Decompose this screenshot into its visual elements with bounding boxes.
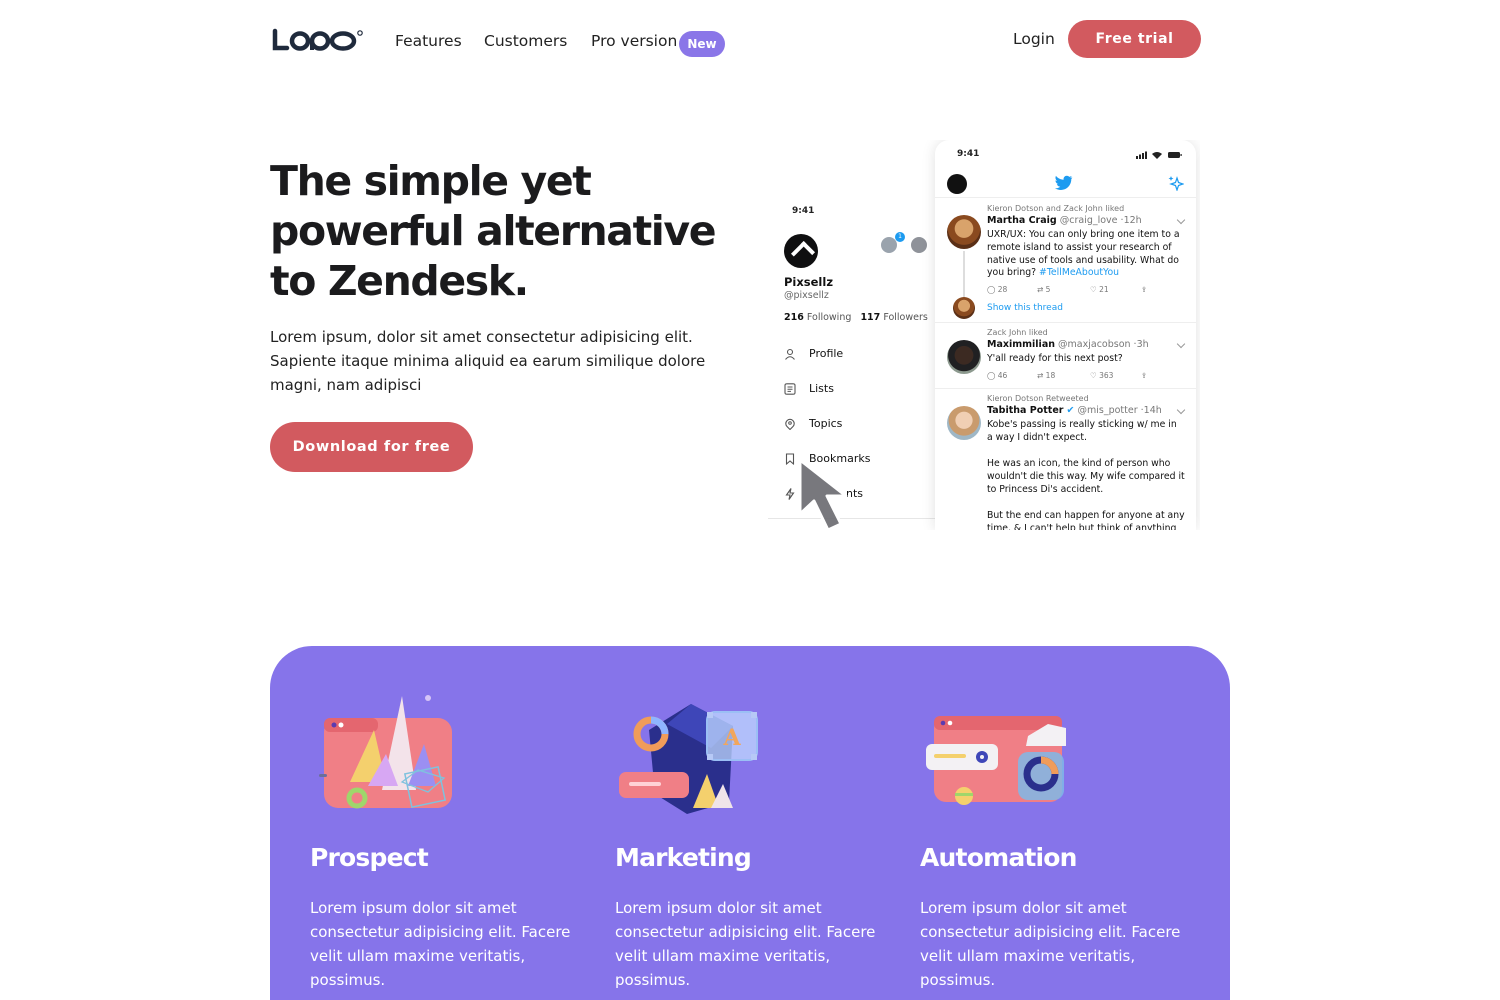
marketing-illustration: A [619,704,758,814]
tweet-actions: ◯ 46 ⇄ 18 ♡ 363 ⇪ [987,371,1177,383]
svg-text:A: A [722,725,741,751]
tweet-item[interactable]: Zack John liked Maximmilian @maxjacobson… [935,323,1196,389]
sparkle-icon[interactable] [1168,175,1184,191]
account-avatar [909,235,929,255]
notification-dot: 1 [895,232,905,242]
tweet-context: Kieron Dotson and Zack John liked [987,204,1125,213]
tweet-text: But the end can happen for anyone at any… [987,510,1185,530]
retweet-action[interactable]: ⇄ 18 [1037,371,1055,380]
like-action[interactable]: ♡ 21 [1090,285,1109,294]
status-time: 9:41 [792,206,815,216]
feature-description: Lorem ipsum dolor sit amet consectetur a… [310,899,571,989]
topics-icon [785,418,795,430]
hero-description: Lorem ipsum, dolor sit amet consectetur … [270,328,706,394]
tweet-text: Y'all ready for this next post? [987,353,1123,364]
thread-line [963,251,965,299]
verified-icon: ✔ [1066,405,1075,416]
cursor-icon [798,458,848,530]
tweet-header: Maximmilian @maxjacobson ·3h [987,339,1149,350]
profile-stats: 216 Following 117 Followers [784,312,928,323]
tweet-header: Tabitha Potter ✔ @mis_potter ·14h [987,405,1162,416]
feed-header [935,170,1196,198]
tweet-text: Kobe's passing is really sticking w/ me … [987,419,1177,443]
feature-title: Marketing [615,843,752,872]
menu-label: Lists [809,382,834,395]
tweet-author: Tabitha Potter [987,405,1064,416]
bookmark-icon [785,453,795,465]
chevron-down-icon[interactable] [1176,215,1186,225]
reply-action[interactable]: ◯ 28 [987,285,1007,294]
app-mockup: 9:41 1 Pixsellz @pixsellz 216 Following … [768,140,1200,530]
show-thread-link[interactable]: Show this thread [987,303,1063,313]
tweet-actions: ◯ 28 ⇄ 5 ♡ 21 ⇪ [987,285,1177,297]
feature-description: Lorem ipsum dolor sit amet consectetur a… [920,899,1181,989]
free-trial-button[interactable]: Free trial [1068,20,1201,58]
new-badge: New [679,31,725,57]
download-button[interactable]: Download for free [270,422,473,472]
features-section: Prospect Lorem ipsum dolor sit amet cons… [270,646,1230,1000]
automation-illustration [926,716,1066,805]
tweet-header: Martha Craig @craig_love ·12h [987,215,1142,226]
nav-customers-link[interactable]: Customers [484,32,567,50]
tweet-context: Kieron Dotson Retweeted [987,394,1089,403]
status-time: 9:41 [957,149,980,159]
followers-label: Followers [883,312,928,323]
chevron-down-icon[interactable] [1176,405,1186,415]
hero-title: The simple yet powerful alternative to Z… [270,157,717,305]
tweet-meta: @maxjacobson ·3h [1058,339,1149,350]
chevron-down-icon[interactable] [1176,339,1186,349]
thread-avatar [953,297,975,319]
logo[interactable] [272,28,364,54]
tweet-avatar [947,215,981,249]
tweet-author: Maximmilian [987,339,1055,350]
prospect-illustration [319,695,452,809]
profile-drawer: 9:41 1 Pixsellz @pixsellz 216 Following … [768,200,936,530]
tweet-meta: @mis_potter ·14h [1077,405,1162,416]
person-icon [785,348,795,360]
list-icon [784,383,796,395]
nav-pro-version-link[interactable]: Pro version [591,32,677,50]
tweet-text: He was an icon, the kind of person who w… [987,458,1185,495]
menu-label: Topics [809,417,843,430]
reply-action[interactable]: ◯ 46 [987,371,1007,380]
tweet-text: UXR/UX: You can only bring one item to a… [987,229,1185,280]
followers-count: 117 [860,312,881,323]
feature-title: Automation [920,843,1077,872]
like-action[interactable]: ♡ 363 [1090,371,1113,380]
profile-avatar [784,234,818,268]
status-bar-icon [1136,151,1182,159]
top-nav: Features Customers Pro version New Login… [0,0,1500,84]
share-icon[interactable]: ⇪ [1141,371,1147,380]
following-count: 216 [784,312,804,323]
feature-title: Prospect [310,843,429,872]
my-avatar[interactable] [947,174,967,194]
following-label: Following [806,312,852,323]
tweet-item[interactable]: Kieron Dotson and Zack John liked Martha… [935,199,1196,323]
twitter-bird-icon [1055,175,1073,190]
tweet-hashtag[interactable]: #TellMeAboutYou [1039,267,1119,278]
tweet-item[interactable]: Kieron Dotson Retweeted Tabitha Potter ✔… [935,389,1196,530]
lightning-icon [785,488,795,500]
twitter-feed: 9:41 Kieron Dotson and Zack John liked M… [935,140,1196,530]
tweet-avatar [947,340,981,374]
tweet-author: Martha Craig [987,215,1057,226]
share-icon[interactable]: ⇪ [1141,285,1147,294]
tweet-meta: @craig_love ·12h [1059,215,1142,226]
tweet-avatar [947,406,981,440]
login-link[interactable]: Login [1013,30,1055,48]
nav-features-link[interactable]: Features [395,32,462,50]
profile-name: Pixsellz [784,275,834,289]
retweet-action[interactable]: ⇄ 5 [1037,285,1050,294]
tweet-context: Zack John liked [987,328,1048,337]
menu-label: Profile [809,347,844,360]
feature-description: Lorem ipsum dolor sit amet consectetur a… [615,899,876,989]
profile-handle: @pixsellz [784,290,829,301]
